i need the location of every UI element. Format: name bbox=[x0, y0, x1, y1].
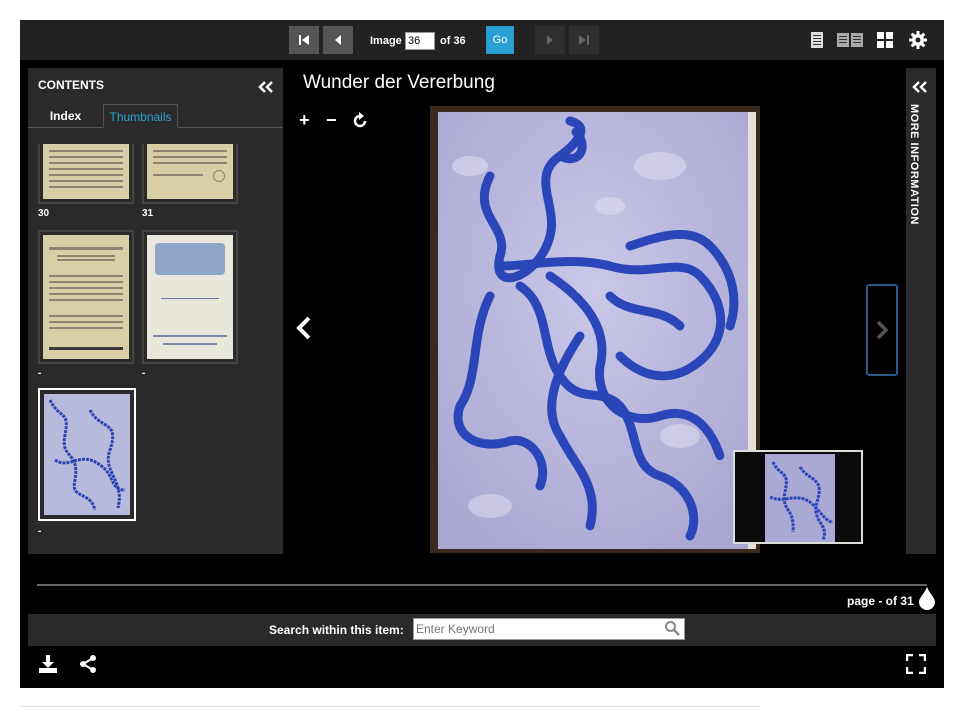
image-total-label: of 36 bbox=[440, 35, 466, 47]
collapse-contents-button[interactable] bbox=[258, 74, 274, 99]
contents-tabs: Index Thumbnails bbox=[28, 104, 283, 128]
thumbnail-label: 30 bbox=[38, 208, 50, 219]
thumbnail-30[interactable] bbox=[38, 144, 134, 204]
thumbnail-historisches-lexikon[interactable] bbox=[38, 230, 134, 364]
thumbnail-page-image bbox=[43, 144, 129, 199]
more-information-panel[interactable]: MORE INFORMATION bbox=[906, 68, 936, 554]
page-count: page - of 31 bbox=[847, 594, 914, 608]
thumbnail-page-image bbox=[147, 144, 233, 199]
thumbnail-31[interactable] bbox=[142, 144, 238, 204]
thumbnail-page-image bbox=[44, 394, 130, 515]
contents-panel: CONTENTS Index Thumbnails 30 31 - - - bbox=[28, 68, 283, 554]
double-chevron-left-icon bbox=[258, 81, 273, 93]
next-page-arrow[interactable] bbox=[866, 284, 898, 376]
thumbnail-label: - bbox=[142, 368, 146, 379]
page-divider bbox=[20, 706, 760, 707]
thumbnail-label: 31 bbox=[142, 208, 154, 219]
thumbnail-page-image bbox=[147, 235, 233, 359]
single-page-view-icon[interactable] bbox=[810, 30, 824, 50]
fullscreen-icon[interactable] bbox=[906, 654, 926, 674]
thumbnail-cover-selected[interactable] bbox=[38, 388, 136, 521]
first-page-button[interactable] bbox=[289, 26, 319, 54]
zoom-in-button[interactable]: + bbox=[299, 110, 310, 131]
next-page-icon bbox=[547, 35, 553, 45]
rotate-icon bbox=[353, 112, 367, 128]
image-number-input[interactable] bbox=[405, 32, 435, 50]
thumbnail-label: - bbox=[38, 526, 42, 537]
search-label: Search within this item: bbox=[269, 623, 404, 637]
last-page-button[interactable] bbox=[569, 26, 599, 54]
top-toolbar: Image of 36 Go bbox=[20, 20, 944, 60]
grid-view-icon[interactable] bbox=[876, 30, 894, 50]
page-navigator[interactable] bbox=[733, 450, 863, 544]
more-information-label: MORE INFORMATION bbox=[908, 104, 920, 225]
thumbnail-page-image bbox=[43, 235, 129, 359]
thumbnail-title-page[interactable] bbox=[142, 230, 238, 364]
thumbnail-label: - bbox=[38, 368, 42, 379]
search-icon[interactable] bbox=[664, 620, 680, 636]
search-input[interactable] bbox=[413, 618, 685, 640]
download-icon[interactable] bbox=[38, 654, 58, 674]
contents-title: CONTENTS bbox=[38, 78, 104, 92]
share-icon[interactable] bbox=[78, 654, 98, 674]
image-label: Image bbox=[370, 35, 402, 47]
double-chevron-left-icon bbox=[912, 81, 927, 93]
previous-page-arrow[interactable] bbox=[295, 315, 313, 347]
previous-page-button[interactable] bbox=[323, 26, 353, 54]
chevron-left-icon bbox=[296, 316, 311, 340]
two-page-view-icon[interactable] bbox=[836, 30, 864, 50]
page-image[interactable] bbox=[430, 106, 760, 553]
expand-info-button[interactable] bbox=[912, 74, 928, 99]
slider-handle-icon[interactable] bbox=[918, 586, 936, 610]
tab-index[interactable]: Index bbox=[38, 104, 93, 128]
last-page-icon bbox=[579, 35, 589, 45]
settings-gear-icon[interactable] bbox=[908, 30, 928, 50]
rotate-button[interactable] bbox=[351, 110, 369, 135]
previous-page-icon bbox=[335, 35, 341, 45]
search-bar: Search within this item: bbox=[28, 614, 936, 646]
next-page-button[interactable] bbox=[535, 26, 565, 54]
item-title: Wunder der Vererbung bbox=[303, 72, 495, 93]
zoom-out-button[interactable]: − bbox=[326, 110, 337, 131]
go-button[interactable]: Go bbox=[486, 26, 514, 54]
page-progress-slider[interactable] bbox=[37, 584, 927, 586]
chevron-right-icon bbox=[876, 320, 889, 340]
first-page-icon bbox=[299, 35, 309, 45]
tab-thumbnails[interactable]: Thumbnails bbox=[103, 104, 178, 128]
book-viewer: Image of 36 Go bbox=[20, 20, 944, 688]
